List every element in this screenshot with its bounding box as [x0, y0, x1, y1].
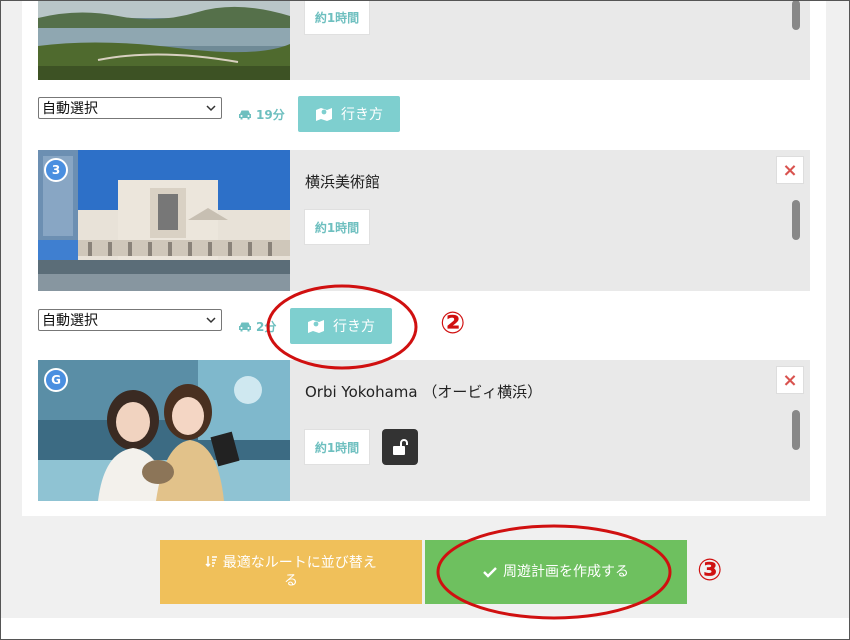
spot-card-orbi-yokohama: G Orbi Yokohama （オービィ横浜） 約1時間 × — [38, 360, 810, 501]
spot-card-yokohama-museum: 3 横浜美術館 約1時間 × — [38, 150, 810, 291]
spot-title[interactable]: Orbi Yokohama （オービィ横浜） — [305, 381, 542, 402]
description-scrollbar[interactable] — [792, 0, 800, 30]
remove-spot-button[interactable]: × — [776, 366, 804, 394]
annotation-ellipse-directions — [266, 284, 418, 370]
close-icon: × — [782, 159, 798, 181]
description-scrollbar[interactable] — [792, 410, 800, 450]
spot-photo: G — [38, 360, 290, 501]
transport-mode-value: 自動選択 — [42, 313, 98, 329]
annotation-ellipse-create-plan — [436, 524, 672, 620]
spot-number-badge: G — [44, 368, 68, 392]
sort-optimal-route-button[interactable]: 最適なルートに並び替える — [160, 540, 422, 604]
duration-badge: 約1時間 — [304, 209, 370, 245]
duration-badge: 約1時間 — [304, 0, 370, 35]
close-icon: × — [782, 369, 798, 391]
spot-number-badge: 3 — [44, 158, 68, 182]
annotation-number-3: ③ — [697, 553, 723, 588]
car-icon — [239, 110, 251, 120]
sort-optimal-route-label: 最適なルートに並び替える — [222, 555, 377, 589]
transport-mode-value: 自動選択 — [42, 101, 98, 117]
annotation-number-2: ② — [440, 306, 466, 341]
chevron-down-icon — [206, 317, 216, 324]
unlock-button[interactable] — [382, 429, 418, 465]
chevron-down-icon — [206, 105, 216, 112]
travel-time: 19分 — [238, 106, 285, 123]
spot-photo: 3 — [38, 150, 290, 291]
remove-spot-button[interactable]: × — [776, 156, 804, 184]
car-icon — [239, 322, 251, 332]
directions-button[interactable]: 行き方 — [298, 96, 400, 132]
spot-photo — [38, 0, 290, 80]
transport-mode-select[interactable]: 自動選択 — [38, 309, 222, 331]
transport-mode-select[interactable]: 自動選択 — [38, 97, 222, 119]
description-scrollbar[interactable] — [792, 200, 800, 240]
duration-badge: 約1時間 — [304, 429, 370, 465]
directions-label: 行き方 — [341, 107, 383, 123]
travel-time-value: 19分 — [256, 108, 285, 122]
sort-icon — [205, 556, 218, 568]
spot-title[interactable]: 横浜美術館 — [305, 171, 380, 192]
unlock-icon — [393, 439, 408, 455]
map-icon — [316, 108, 332, 121]
spot-card-previous: 約1時間 — [38, 0, 810, 80]
